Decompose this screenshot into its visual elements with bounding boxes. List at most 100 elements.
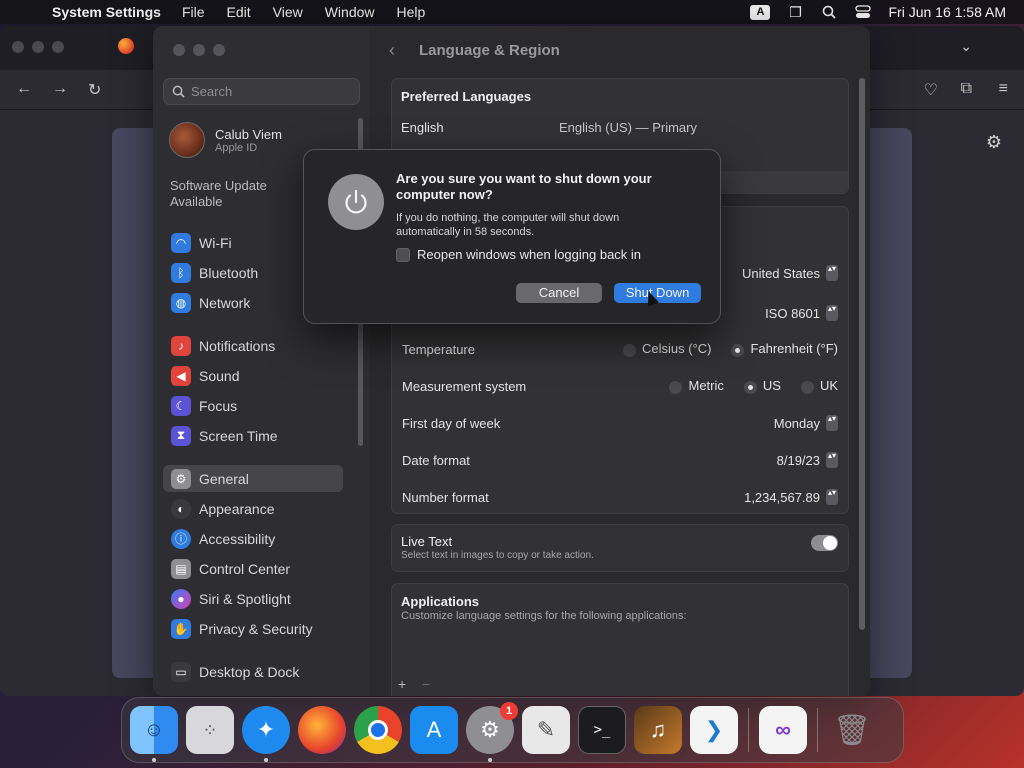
remove-application-button[interactable]: − bbox=[422, 676, 430, 692]
back-chevron-icon[interactable]: ‹ bbox=[389, 40, 395, 61]
language-name[interactable]: English bbox=[401, 120, 444, 135]
radio-metric[interactable]: Metric bbox=[669, 378, 724, 394]
launchpad-icon[interactable]: ⁘ bbox=[186, 706, 234, 754]
dialog-title: Are you sure you want to shut down your … bbox=[396, 171, 652, 202]
control-center-icon[interactable] bbox=[854, 5, 872, 19]
sidebar-item-desktop-dock[interactable]: ▭ Desktop & Dock bbox=[163, 658, 343, 685]
sidebar-item-accessibility[interactable]: ⓘ Accessibility bbox=[163, 525, 343, 552]
sidebar-item-label: General bbox=[199, 470, 249, 487]
date-format-row[interactable]: Date format 8/19/23 ▴▾ bbox=[402, 442, 838, 478]
menu-app-name[interactable]: System Settings bbox=[52, 4, 161, 20]
search-field[interactable] bbox=[163, 78, 360, 105]
temperature-label: Temperature bbox=[402, 341, 475, 357]
visual-studio-icon[interactable]: ∞ bbox=[759, 706, 807, 754]
sidebar-item-general[interactable]: ⚙ General bbox=[163, 465, 343, 492]
system-settings-window: Calub Viem Apple ID Software Update Avai… bbox=[153, 26, 870, 696]
bluetooth-icon: ᛒ bbox=[171, 262, 191, 283]
sidebar-item-focus[interactable]: ☾ Focus bbox=[163, 392, 343, 419]
shutdown-dialog: Are you sure you want to shut down your … bbox=[303, 149, 721, 324]
appearance-icon: ◐ bbox=[171, 498, 191, 519]
accessibility-icon: ⓘ bbox=[171, 528, 191, 549]
radio-icon bbox=[669, 380, 683, 394]
avatar bbox=[169, 122, 205, 158]
radio-label: Metric bbox=[688, 378, 724, 394]
menu-view[interactable]: View bbox=[273, 4, 303, 20]
close-dot-icon[interactable] bbox=[173, 44, 185, 56]
sidebar-item-label: Bluetooth bbox=[199, 264, 259, 281]
sidebar-item-screen-time[interactable]: ⧗ Screen Time bbox=[163, 422, 343, 449]
menu-edit[interactable]: Edit bbox=[227, 4, 251, 20]
sidebar-item-label: Accessibility bbox=[199, 530, 276, 547]
measurement-row: Measurement system Metric US UK bbox=[402, 368, 838, 404]
menu-window[interactable]: Window bbox=[325, 4, 375, 20]
applications-panel: Applications Customize language settings… bbox=[391, 583, 849, 696]
radio-fahrenheit[interactable]: Fahrenheit (°F) bbox=[731, 341, 838, 357]
chevron-down-icon[interactable]: ⌄ bbox=[960, 38, 972, 55]
sidebar-item-label: Privacy & Security bbox=[199, 620, 313, 637]
first-day-row[interactable]: First day of week Monday ▴▾ bbox=[402, 405, 838, 441]
close-dot-icon[interactable] bbox=[12, 41, 24, 53]
safari-icon[interactable]: ✦ bbox=[242, 706, 290, 762]
sidebar-item-notifications[interactable]: ♪ Notifications bbox=[163, 332, 343, 359]
sidebar-item-label: Screen Time bbox=[199, 427, 278, 444]
settings-sidebar: Calub Viem Apple ID Software Update Avai… bbox=[153, 26, 369, 696]
forward-arrow-icon[interactable]: → bbox=[52, 80, 68, 98]
applications-subtitle: Customize language settings for the foll… bbox=[401, 610, 687, 622]
firefox-icon[interactable] bbox=[298, 706, 346, 754]
system-settings-icon[interactable]: ⚙ 1 bbox=[466, 702, 518, 762]
live-text-toggle[interactable] bbox=[811, 535, 838, 551]
running-indicator bbox=[152, 758, 156, 762]
language-value: English (US) — Primary bbox=[559, 120, 697, 135]
radio-label: Fahrenheit (°F) bbox=[750, 341, 838, 357]
terminal-icon[interactable]: >_ bbox=[578, 706, 626, 754]
menu-help[interactable]: Help bbox=[397, 4, 426, 20]
back-arrow-icon[interactable]: ← bbox=[16, 80, 32, 98]
main-scrollbar[interactable] bbox=[859, 78, 865, 630]
minimize-dot-icon[interactable] bbox=[193, 44, 205, 56]
spotlight-search-icon[interactable] bbox=[820, 5, 838, 19]
finder-icon[interactable]: ☺ bbox=[130, 706, 178, 762]
gear-icon: ⚙ bbox=[171, 468, 191, 489]
menu-file[interactable]: File bbox=[182, 4, 205, 20]
bell-icon: ♪ bbox=[171, 335, 191, 356]
dock: ☺ ⁘ ✦ A ⚙ 1 ✎ >_ ♫ ❯ ∞ 🗑 bbox=[121, 697, 904, 763]
trash-icon[interactable]: 🗑 bbox=[828, 706, 876, 754]
window-switch-icon[interactable]: ❐ bbox=[786, 5, 804, 19]
reload-icon[interactable]: ↻ bbox=[88, 80, 101, 100]
zoom-dot-icon[interactable] bbox=[52, 41, 64, 53]
sidebar-item-siri-spotlight[interactable]: ● Siri & Spotlight bbox=[163, 585, 343, 612]
radio-celsius[interactable]: Celsius (°C) bbox=[622, 341, 711, 357]
radio-label: UK bbox=[819, 378, 838, 394]
globe-icon: ◍ bbox=[171, 292, 191, 313]
textedit-icon[interactable]: ✎ bbox=[522, 706, 570, 754]
garageband-icon[interactable]: ♫ bbox=[634, 706, 682, 754]
apple-id-account[interactable]: Calub Viem Apple ID bbox=[169, 122, 282, 158]
temperature-row: Temperature Celsius (°C) Fahrenheit (°F) bbox=[402, 331, 838, 367]
minimize-dot-icon[interactable] bbox=[32, 41, 44, 53]
radio-us[interactable]: US bbox=[743, 378, 781, 394]
search-icon bbox=[172, 85, 185, 98]
sidebar-item-control-center[interactable]: ▤ Control Center bbox=[163, 555, 343, 582]
add-application-button[interactable]: + bbox=[398, 676, 406, 692]
firefox-tab-icon[interactable] bbox=[118, 38, 134, 54]
app-store-icon[interactable]: A bbox=[410, 706, 458, 754]
search-input[interactable] bbox=[191, 84, 341, 99]
sidebar-item-sound[interactable]: ◀ Sound bbox=[163, 362, 343, 389]
reopen-windows-checkbox[interactable]: Reopen windows when logging back in bbox=[396, 247, 641, 262]
sidebar-item-appearance[interactable]: ◐ Appearance bbox=[163, 495, 343, 522]
pocket-icon[interactable]: ♡ bbox=[924, 80, 938, 100]
wifi-icon: ◠ bbox=[171, 232, 191, 253]
number-format-row[interactable]: Number format 1,234,567.89 ▴▾ bbox=[402, 479, 838, 515]
extensions-icon[interactable]: ⧉ bbox=[961, 80, 972, 98]
zoom-dot-icon[interactable] bbox=[213, 44, 225, 56]
radio-uk[interactable]: UK bbox=[800, 378, 838, 394]
input-source-icon[interactable]: A bbox=[750, 4, 771, 20]
software-update-notice[interactable]: Software Update Available bbox=[170, 178, 300, 210]
vscode-icon[interactable]: ❯ bbox=[690, 706, 738, 754]
menu-clock[interactable]: Fri Jun 16 1:58 AM bbox=[888, 4, 1006, 20]
menu-hamburger-icon[interactable]: ≡ bbox=[999, 80, 1008, 98]
sidebar-item-privacy-security[interactable]: ✋ Privacy & Security bbox=[163, 615, 343, 642]
chrome-icon[interactable] bbox=[354, 706, 402, 754]
cancel-button[interactable]: Cancel bbox=[516, 283, 602, 303]
gear-icon[interactable]: ⚙ bbox=[986, 132, 1002, 153]
